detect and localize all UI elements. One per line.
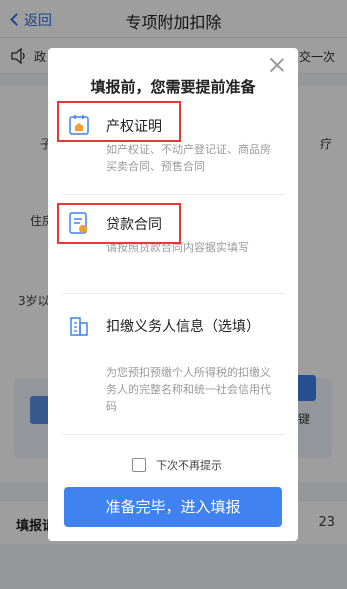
item-description: 如产权证、不动产登记证、商品房买卖合同、预售合同 (106, 143, 271, 173)
confirm-button[interactable]: 准备完毕，进入填报 (64, 487, 282, 527)
dont-show-checkbox[interactable] (132, 458, 146, 472)
item-name: 扣缴义务人信息（选填） (106, 319, 260, 335)
dont-show-label: 下次不再提示 (156, 459, 222, 472)
divider (62, 293, 284, 294)
dialog-title: 填报前，您需要提前准备 (90, 78, 256, 96)
withholding-agent-icon (70, 317, 88, 336)
close-icon[interactable] (268, 56, 286, 74)
highlight-box (57, 101, 181, 142)
divider (62, 194, 284, 195)
item-description: 为您预扣预缴个人所得税的扣缴义务人的完整名称和统一社会信用代码 (106, 366, 271, 413)
dont-show-again[interactable]: 下次不再提示 (132, 456, 222, 474)
divider (62, 434, 284, 435)
highlight-box (57, 203, 181, 244)
